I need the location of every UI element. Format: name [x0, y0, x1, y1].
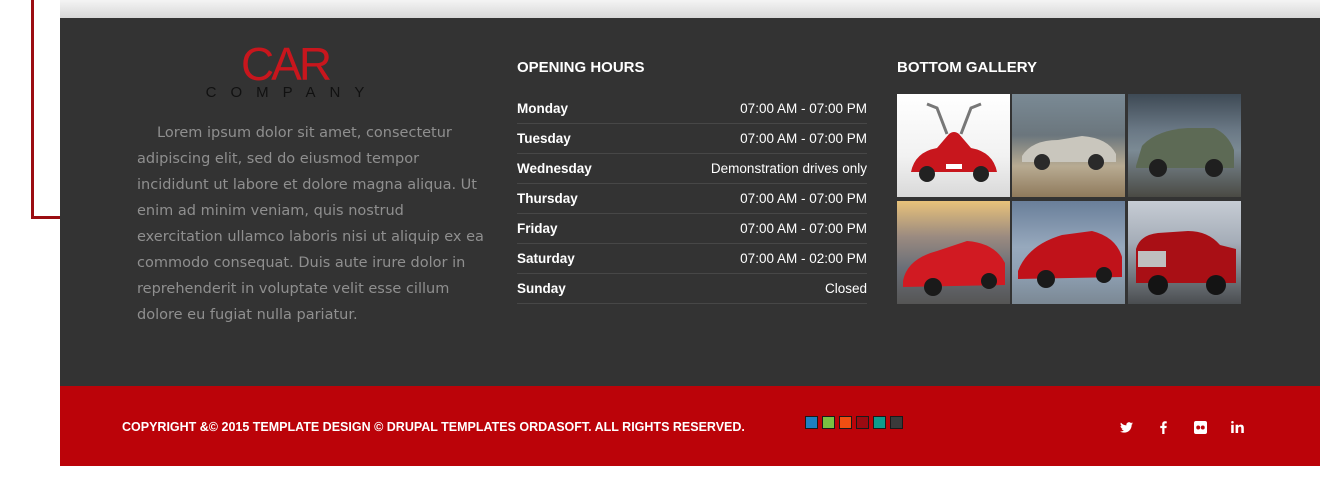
gallery-thumbnail[interactable]: [897, 201, 1010, 304]
hours-value: 07:00 AM - 07:00 PM: [740, 131, 867, 146]
color-switcher: [805, 416, 903, 429]
hours-row: Sunday Closed: [517, 274, 867, 304]
hours-day: Monday: [517, 101, 569, 116]
bottom-gallery: [897, 94, 1241, 304]
red-gullwing-coupe-photo: [911, 102, 997, 182]
gallery-thumbnail[interactable]: [1012, 94, 1125, 197]
facebook-icon[interactable]: [1145, 418, 1182, 436]
color-swatch-green[interactable]: [822, 416, 835, 429]
bottom-gallery-title: BOTTOM GALLERY: [897, 59, 1037, 76]
logo-wordmark: CAR: [240, 38, 332, 90]
social-links: [1108, 418, 1256, 436]
logo-subtitle: COMPANY: [205, 84, 379, 101]
color-swatch-dark-red[interactable]: [856, 416, 869, 429]
top-strip: [60, 0, 1320, 18]
linkedin-icon[interactable]: [1219, 418, 1256, 436]
car-company-logo[interactable]: CAR COMPANY: [175, 41, 395, 121]
about-text: Lorem ipsum dolor sit amet, consectetur …: [137, 125, 484, 323]
hours-day: Wednesday: [517, 161, 592, 176]
hours-value: 07:00 AM - 07:00 PM: [740, 221, 867, 236]
gallery-thumbnail[interactable]: [1128, 94, 1241, 197]
color-swatch-orange[interactable]: [839, 416, 852, 429]
red-sedan-sky-photo: [1018, 231, 1122, 288]
color-swatch-blue[interactable]: [805, 416, 818, 429]
green-suv-mountain-photo: [1136, 128, 1234, 177]
color-swatch-teal[interactable]: [873, 416, 886, 429]
hours-row: Friday 07:00 AM - 07:00 PM: [517, 214, 867, 244]
hours-value: 07:00 AM - 07:00 PM: [740, 191, 867, 206]
hours-day: Saturday: [517, 251, 575, 266]
copyright-text: COPYRIGHT &© 2015 TEMPLATE DESIGN © DRUP…: [122, 420, 745, 434]
gallery-thumbnail[interactable]: [897, 94, 1010, 197]
hours-row: Tuesday 07:00 AM - 07:00 PM: [517, 124, 867, 154]
hours-value: Closed: [824, 281, 867, 296]
hours-row: Saturday 07:00 AM - 02:00 PM: [517, 244, 867, 274]
decorative-line: [31, 0, 34, 219]
hours-value: 07:00 AM - 02:00 PM: [740, 251, 867, 266]
opening-hours-table: Monday 07:00 AM - 07:00 PM Tuesday 07:00…: [517, 94, 867, 304]
hours-day: Thursday: [517, 191, 578, 206]
hours-day: Friday: [517, 221, 558, 236]
hours-row: Thursday 07:00 AM - 07:00 PM: [517, 184, 867, 214]
hours-row: Monday 07:00 AM - 07:00 PM: [517, 94, 867, 124]
flickr-icon[interactable]: [1182, 418, 1219, 436]
hours-day: Tuesday: [517, 131, 571, 146]
hours-row: Wednesday Demonstration drives only: [517, 154, 867, 184]
gallery-thumbnail[interactable]: [1012, 201, 1125, 304]
twitter-icon[interactable]: [1108, 418, 1145, 436]
hours-value: 07:00 AM - 07:00 PM: [740, 101, 867, 116]
red-muscle-car-sunset-photo: [903, 241, 1005, 296]
red-pickup-truck-photo: [1136, 231, 1236, 295]
silver-convertible-beach-photo: [1022, 136, 1116, 170]
opening-hours-title: OPENING HOURS: [517, 59, 645, 76]
hours-day: Sunday: [517, 281, 566, 296]
gallery-thumbnail[interactable]: [1128, 201, 1241, 304]
color-swatch-dark-gray[interactable]: [890, 416, 903, 429]
hours-value: Demonstration drives only: [710, 161, 867, 176]
